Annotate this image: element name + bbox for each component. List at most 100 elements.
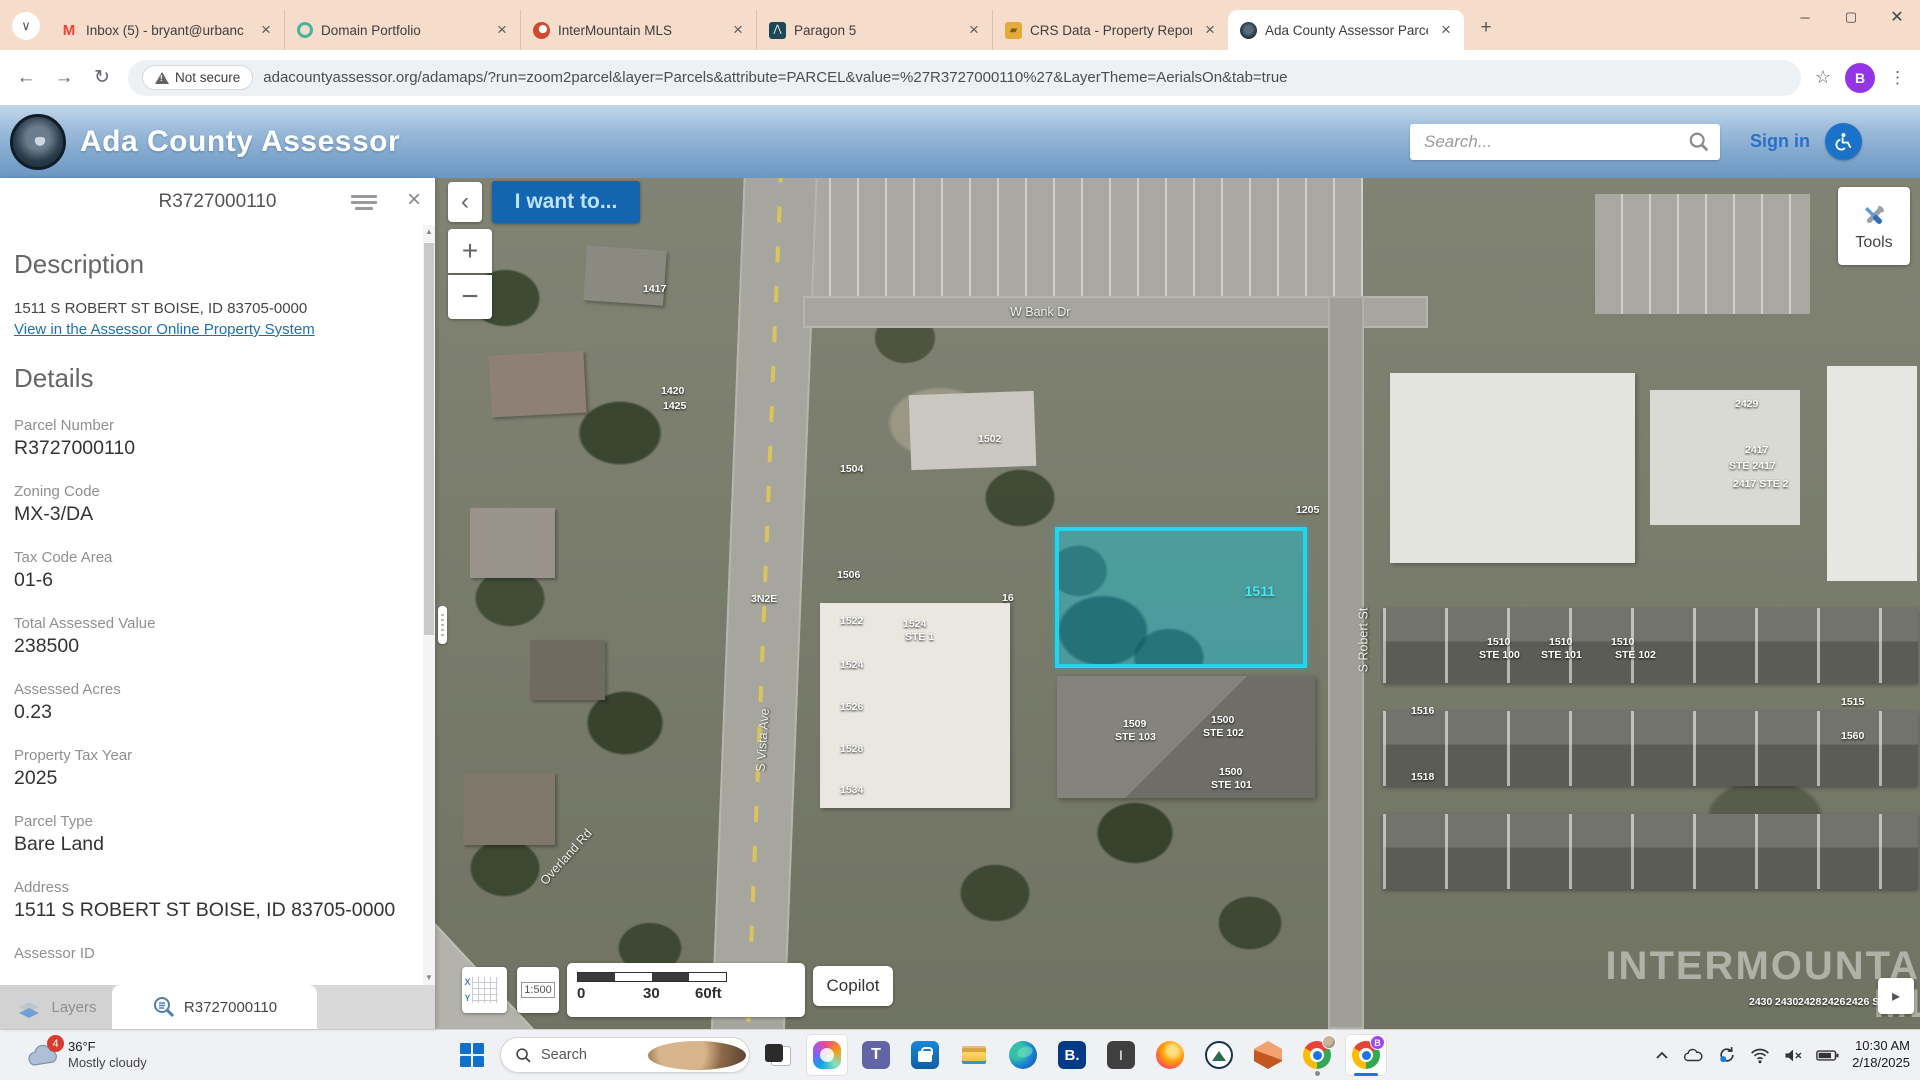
taskbar-app-i-icon[interactable] — [1100, 1034, 1142, 1076]
browser-menu-icon[interactable]: ⋮ — [1889, 68, 1906, 88]
forward-icon[interactable]: → — [52, 67, 76, 89]
panel-resize-handle[interactable] — [438, 606, 447, 644]
map-corner-button[interactable]: ▸ — [1878, 978, 1914, 1014]
detail-field: Total Assessed Value238500 — [14, 615, 417, 658]
scroll-down-icon[interactable]: ▼ — [423, 971, 435, 985]
tab-close-icon[interactable]: × — [492, 20, 512, 40]
parcel-number-label: 1504 — [840, 463, 863, 475]
browser-tab[interactable]: Ada County Assessor Parce× — [1228, 10, 1464, 50]
tab-close-icon[interactable]: × — [964, 20, 984, 40]
browser-tab[interactable]: InterMountain MLS× — [520, 10, 756, 50]
tab-close-icon[interactable]: × — [1200, 20, 1220, 40]
scrollbar-thumb[interactable] — [424, 243, 434, 635]
map-canvas[interactable]: 1511 1417142014251502150412051506163N2E1… — [435, 178, 1920, 1029]
minimize-button[interactable]: ─ — [1782, 0, 1828, 34]
panel-menu-icon[interactable] — [351, 192, 377, 213]
street-name-label: S Vista Ave — [754, 708, 772, 772]
taskbar-chrome-icon[interactable] — [1296, 1034, 1338, 1076]
url-text[interactable]: adacountyassessor.org/adamaps/?run=zoom2… — [263, 69, 1287, 86]
profile-photo-badge — [1322, 1035, 1336, 1049]
search-highlight-icon[interactable] — [648, 1041, 746, 1070]
tab-parcel-result[interactable]: R3727000110 — [112, 985, 317, 1029]
parcel-number-label: 1515 — [1841, 696, 1864, 708]
close-button[interactable]: ✕ — [1874, 0, 1920, 34]
weather-widget[interactable]: 4 36°F Mostly cloudy — [26, 1039, 147, 1072]
omnibox[interactable]: Not secure adacountyassessor.org/adamaps… — [128, 60, 1801, 96]
task-view-icon — [764, 1041, 792, 1069]
onedrive-icon[interactable] — [1682, 1048, 1704, 1063]
new-tab-button[interactable]: + — [1472, 14, 1500, 42]
tab-layers[interactable]: Layers — [0, 985, 112, 1029]
map-scale-input[interactable]: 1:500 — [517, 967, 559, 1013]
tab-close-icon[interactable]: × — [1436, 20, 1456, 40]
collapse-panel-button[interactable]: ‹ — [448, 182, 482, 222]
scale-bar-graphic — [577, 972, 727, 982]
security-chip[interactable]: Not secure — [142, 65, 253, 90]
browser-tab[interactable]: Inbox (5) - bryant@urbanc× — [48, 10, 284, 50]
taskbar-chrome-icon[interactable]: B — [1345, 1034, 1387, 1076]
taskbar-trail-app-icon[interactable] — [1198, 1034, 1240, 1076]
field-label: Assessed Acres — [14, 681, 417, 698]
zoom-out-button[interactable]: − — [448, 275, 492, 319]
copilot-button[interactable]: Copilot — [813, 966, 893, 1006]
taskbar-teams-icon[interactable] — [855, 1034, 897, 1076]
volume-muted-icon[interactable] — [1783, 1047, 1803, 1064]
tabs-container: Inbox (5) - bryant@urbanc×Domain Portfol… — [48, 0, 1464, 50]
file-explorer-icon — [960, 1041, 988, 1069]
browser-tab[interactable]: Paragon 5× — [756, 10, 992, 50]
paragon-favicon — [769, 22, 786, 39]
field-value: MX-3/DA — [14, 503, 417, 526]
search-icon[interactable] — [1688, 131, 1710, 153]
coordinates-button[interactable] — [462, 967, 507, 1013]
taskbar-firefox-icon[interactable] — [1149, 1034, 1191, 1076]
parcel-number-label: 1524 — [840, 659, 863, 671]
detail-field: Parcel NumberR3727000110 — [14, 417, 417, 460]
start-button[interactable] — [451, 1034, 493, 1076]
taskbar-file-explorer-icon[interactable] — [953, 1034, 995, 1076]
tab-close-icon[interactable]: × — [728, 20, 748, 40]
browser-tab[interactable]: CRS Data - Property Repor× — [992, 10, 1228, 50]
maximize-button[interactable]: ▢ — [1828, 0, 1874, 34]
security-label: Not secure — [175, 70, 240, 85]
sign-in-link[interactable]: Sign in — [1750, 131, 1810, 152]
wifi-icon[interactable] — [1750, 1047, 1770, 1064]
assessor-system-link[interactable]: View in the Assessor Online Property Sys… — [14, 321, 315, 338]
taskbar-copilot-icon[interactable] — [806, 1034, 848, 1076]
profile-avatar[interactable]: B — [1845, 63, 1875, 93]
tools-button[interactable]: Tools — [1838, 187, 1910, 265]
weather-text: 36°F Mostly cloudy — [68, 1039, 147, 1072]
taskbar-clock[interactable]: 10:30 AM 2/18/2025 — [1852, 1038, 1910, 1072]
browser-window: ∨ Inbox (5) - bryant@urbanc×Domain Portf… — [0, 0, 1920, 1080]
parcel-number-label: 3N2E — [751, 593, 777, 605]
taskbar-store-icon[interactable] — [904, 1034, 946, 1076]
bookmark-star-icon[interactable]: ☆ — [1815, 67, 1831, 88]
reload-icon[interactable]: ↻ — [90, 66, 114, 89]
taskbar-task-view-icon[interactable] — [757, 1034, 799, 1076]
taskbar-edge-icon[interactable] — [1002, 1034, 1044, 1076]
browser-tab[interactable]: Domain Portfolio× — [284, 10, 520, 50]
back-icon[interactable]: ← — [14, 67, 38, 89]
field-label: Address — [14, 879, 417, 896]
panel-close-icon[interactable]: × — [407, 186, 421, 214]
details-fields: Parcel NumberR3727000110Zoning CodeMX-3/… — [14, 417, 417, 962]
detail-field: Assessor ID — [14, 945, 417, 962]
battery-icon[interactable] — [1816, 1049, 1839, 1062]
sync-icon[interactable] — [1717, 1045, 1737, 1065]
search-result-icon — [152, 995, 176, 1019]
panel-scrollbar[interactable]: ▲ ▼ — [423, 225, 435, 985]
field-label: Property Tax Year — [14, 747, 417, 764]
i-want-to-button[interactable]: I want to... — [492, 181, 640, 223]
chevron-up-icon[interactable] — [1655, 1050, 1669, 1060]
tab-close-icon[interactable]: × — [256, 20, 276, 40]
zoom-in-button[interactable]: + — [448, 229, 492, 273]
site-search-input[interactable] — [1410, 124, 1720, 160]
tab-search-icon[interactable]: ∨ — [12, 12, 40, 40]
detail-field: Property Tax Year2025 — [14, 747, 417, 790]
gmail-favicon — [60, 21, 78, 39]
taskbar-booking-icon[interactable] — [1051, 1034, 1093, 1076]
active-indicator — [1354, 1073, 1378, 1076]
scroll-up-icon[interactable]: ▲ — [423, 225, 435, 239]
taskbar-search[interactable]: Search — [500, 1037, 750, 1073]
accessibility-icon[interactable] — [1825, 123, 1862, 160]
taskbar-cube-app-icon[interactable] — [1247, 1034, 1289, 1076]
